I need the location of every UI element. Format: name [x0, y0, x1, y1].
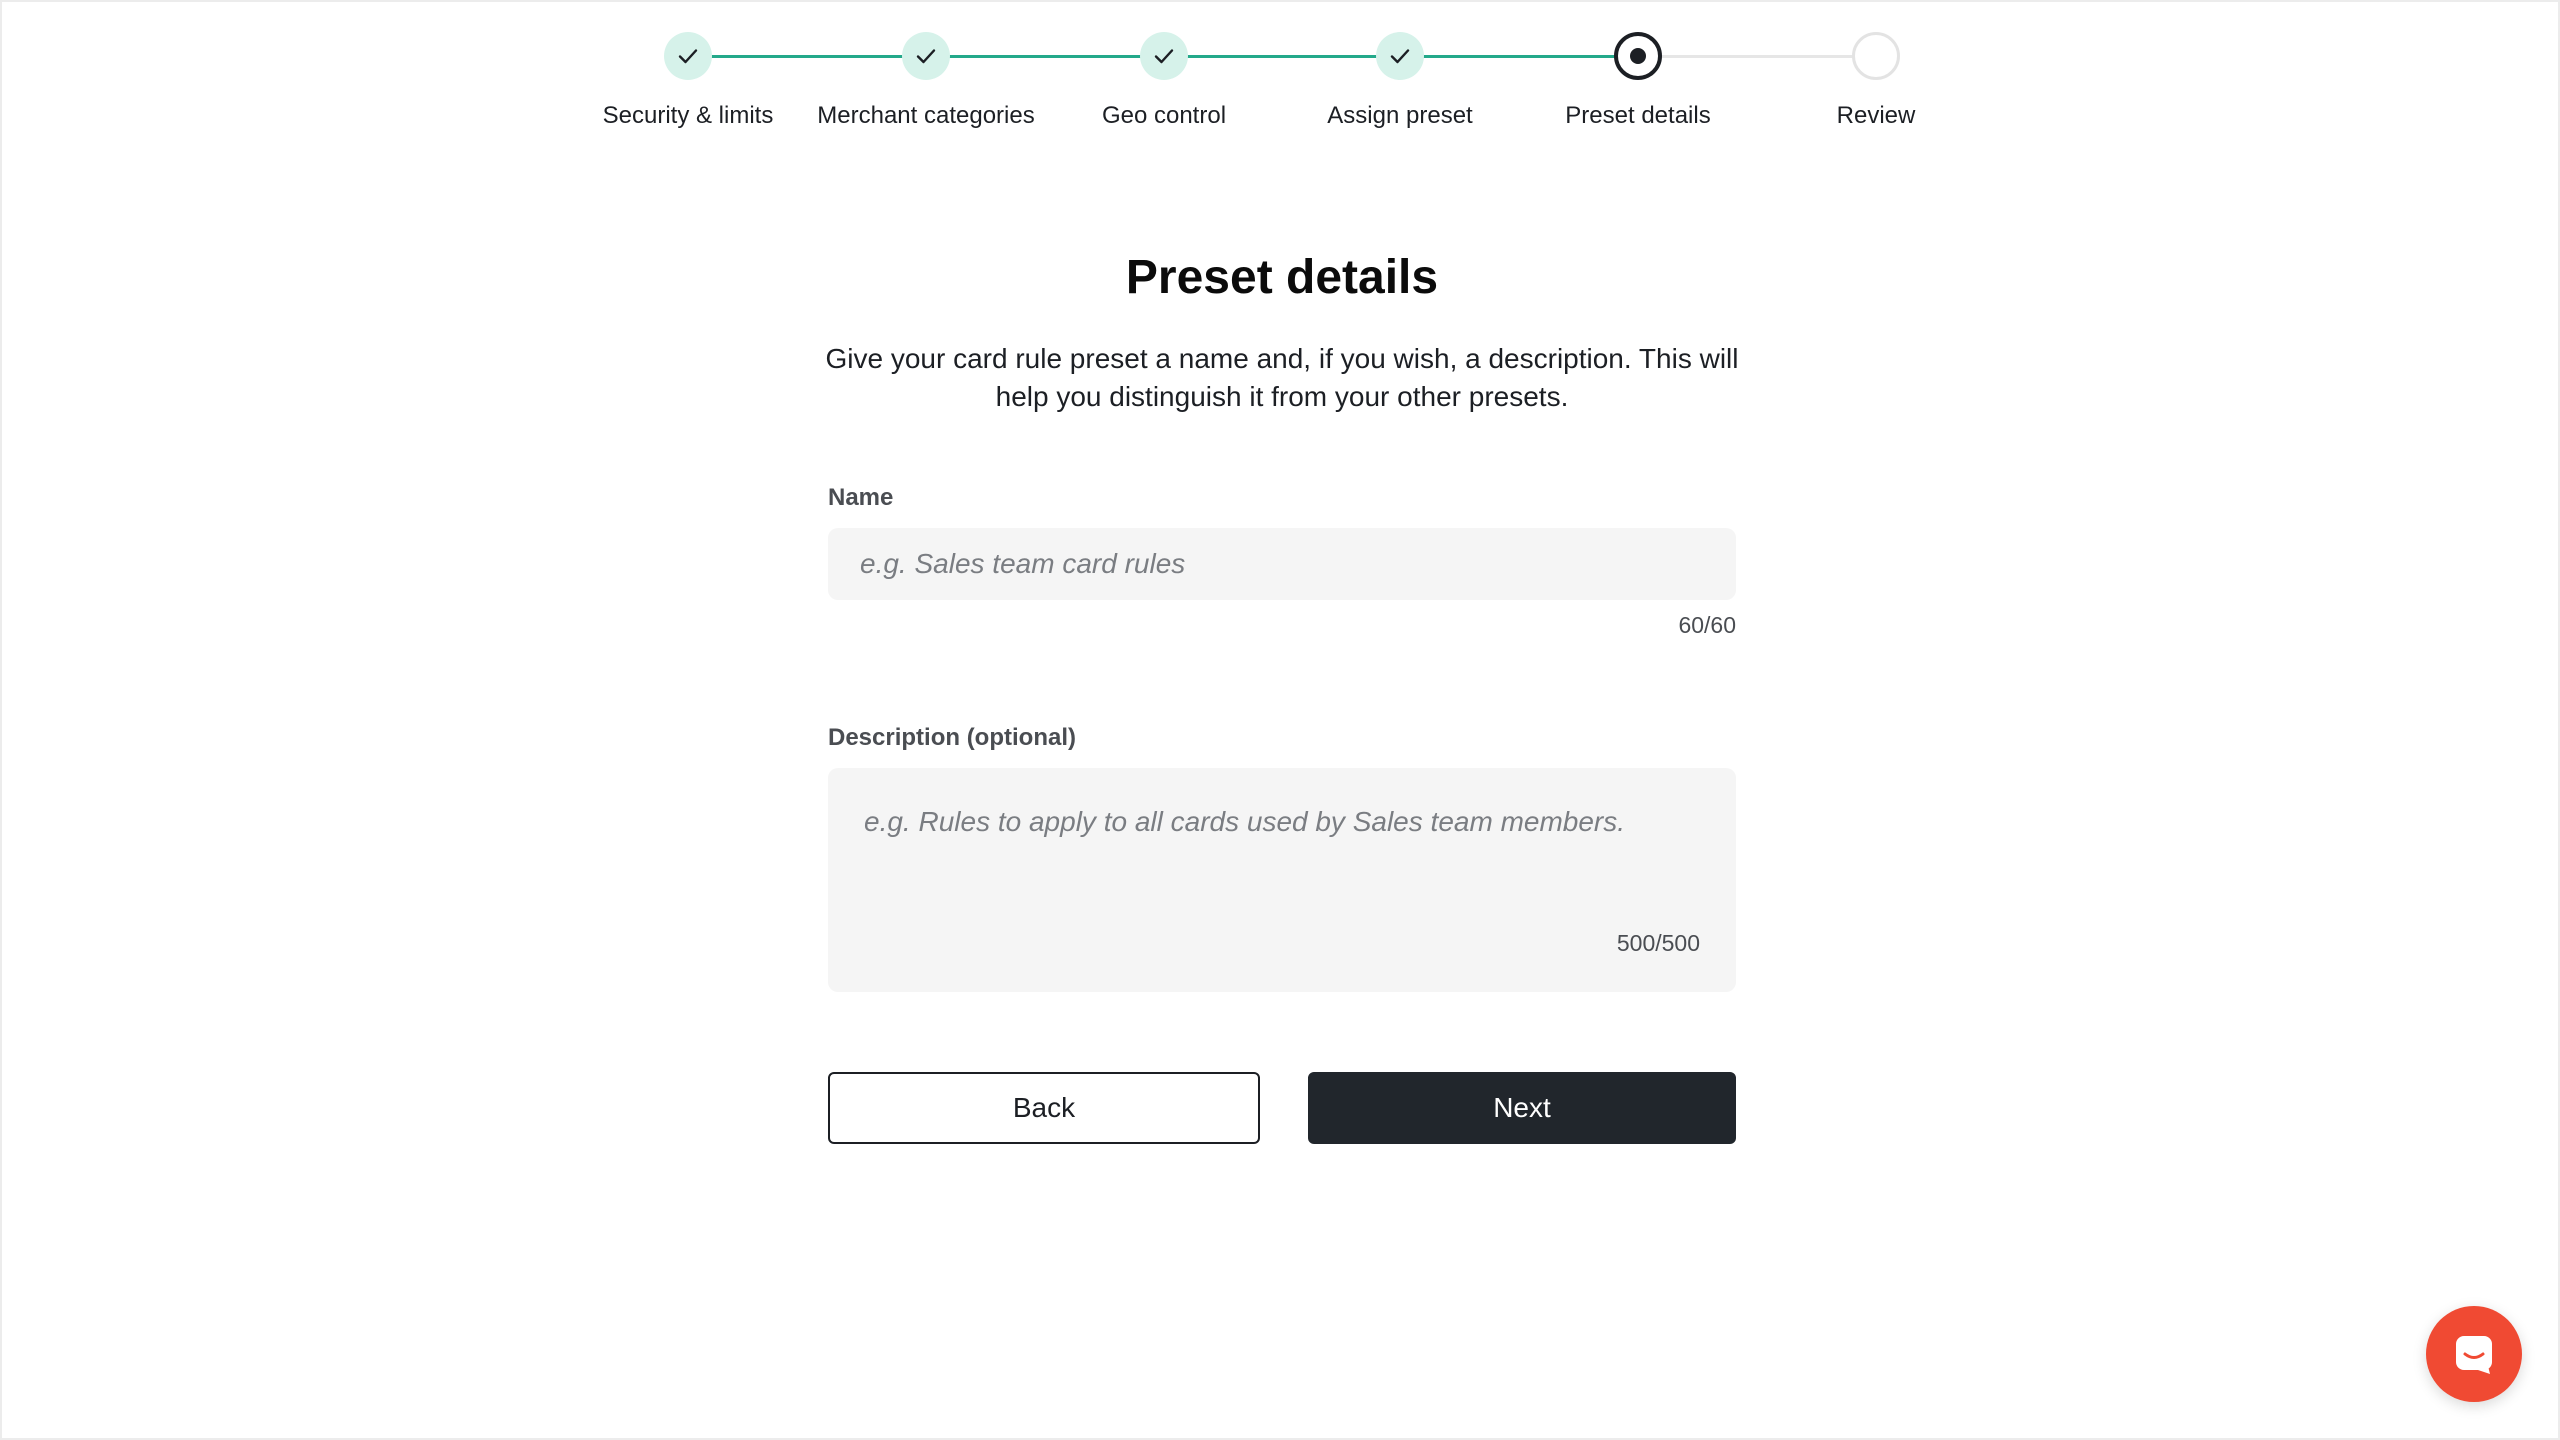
page-title: Preset details [1125, 251, 1439, 304]
step-connector [1638, 55, 1876, 58]
app-frame: Security & limits Merchant categories Ge… [0, 0, 2560, 1440]
description-input[interactable] [828, 768, 1736, 992]
check-icon [902, 32, 950, 80]
step-connector [1400, 55, 1638, 58]
description-char-counter: 500/500 [1616, 930, 1700, 956]
page-subtitle: Give your card rule preset a name and, i… [825, 343, 1739, 412]
step-label: Review [1836, 102, 1916, 129]
current-dot-icon [1614, 32, 1662, 80]
check-icon [1140, 32, 1188, 80]
progress-stepper: Security & limits Merchant categories Ge… [2, 32, 2560, 142]
chat-bubble-icon [2456, 1336, 2492, 1374]
step-connector [926, 55, 1164, 58]
chat-launcher-button[interactable] [2426, 1306, 2522, 1402]
back-button[interactable]: Back [828, 1072, 1260, 1144]
name-field-label: Name [828, 484, 894, 511]
next-button[interactable]: Next [1308, 1072, 1736, 1144]
description-field: 500/500 [828, 768, 1736, 992]
name-input[interactable] [828, 528, 1736, 600]
check-icon [664, 32, 712, 80]
step-connector [688, 55, 926, 58]
description-field-label: Description (optional) [828, 724, 1076, 751]
name-char-counter: 60/60 [1678, 612, 1736, 638]
step-connector [1164, 55, 1400, 58]
check-icon [1376, 32, 1424, 80]
empty-circle-icon [1852, 32, 1900, 80]
